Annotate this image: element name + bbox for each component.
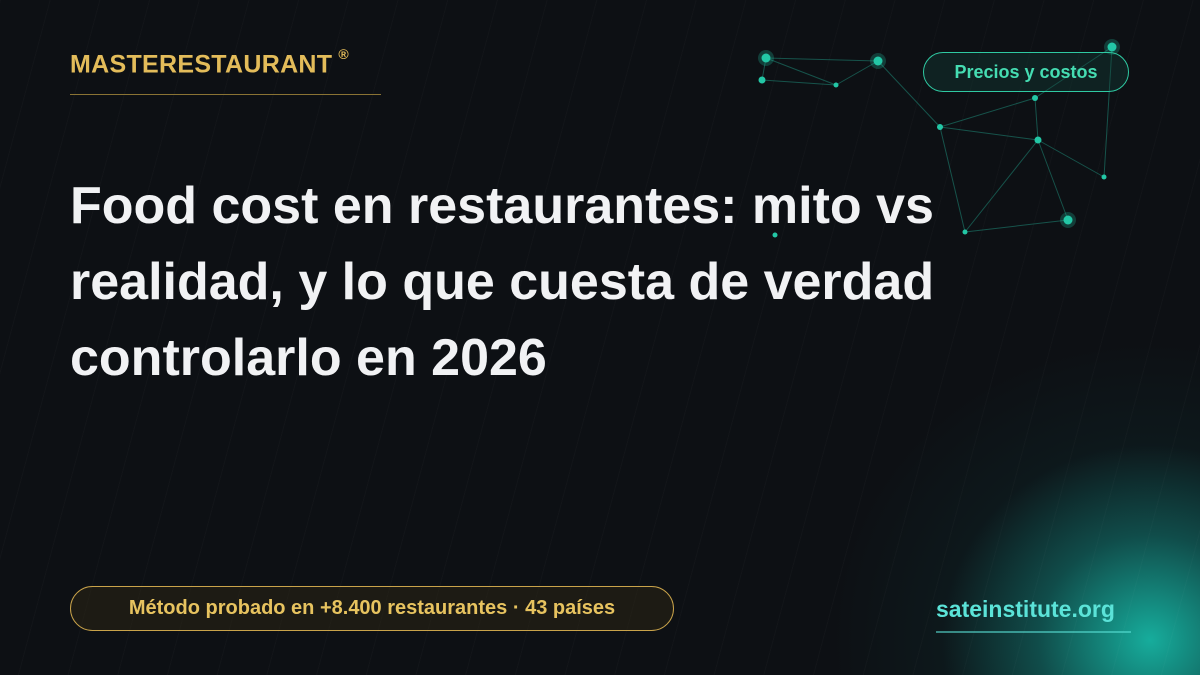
brand-divider [70, 94, 381, 95]
site-link[interactable]: sateinstitute.org [936, 596, 1115, 623]
category-tag-label: Precios y costos [954, 61, 1098, 82]
cover-card: MASTERESTAURANT ® Precios y costos Food c… [0, 0, 1200, 675]
headline: Food cost en restaurantes: mito vs reali… [70, 177, 935, 387]
brand-name: MASTERESTAURANT [70, 50, 333, 79]
brand-logo: MASTERESTAURANT ® [70, 46, 349, 79]
site-link-underline [936, 631, 1131, 633]
category-tag: Precios y costos [923, 52, 1129, 92]
registered-mark: ® [338, 46, 349, 62]
proof-badge-text: Método probado en +8.400 restaurantes · … [128, 597, 616, 619]
proof-badge: Método probado en +8.400 restaurantes · … [70, 586, 674, 631]
